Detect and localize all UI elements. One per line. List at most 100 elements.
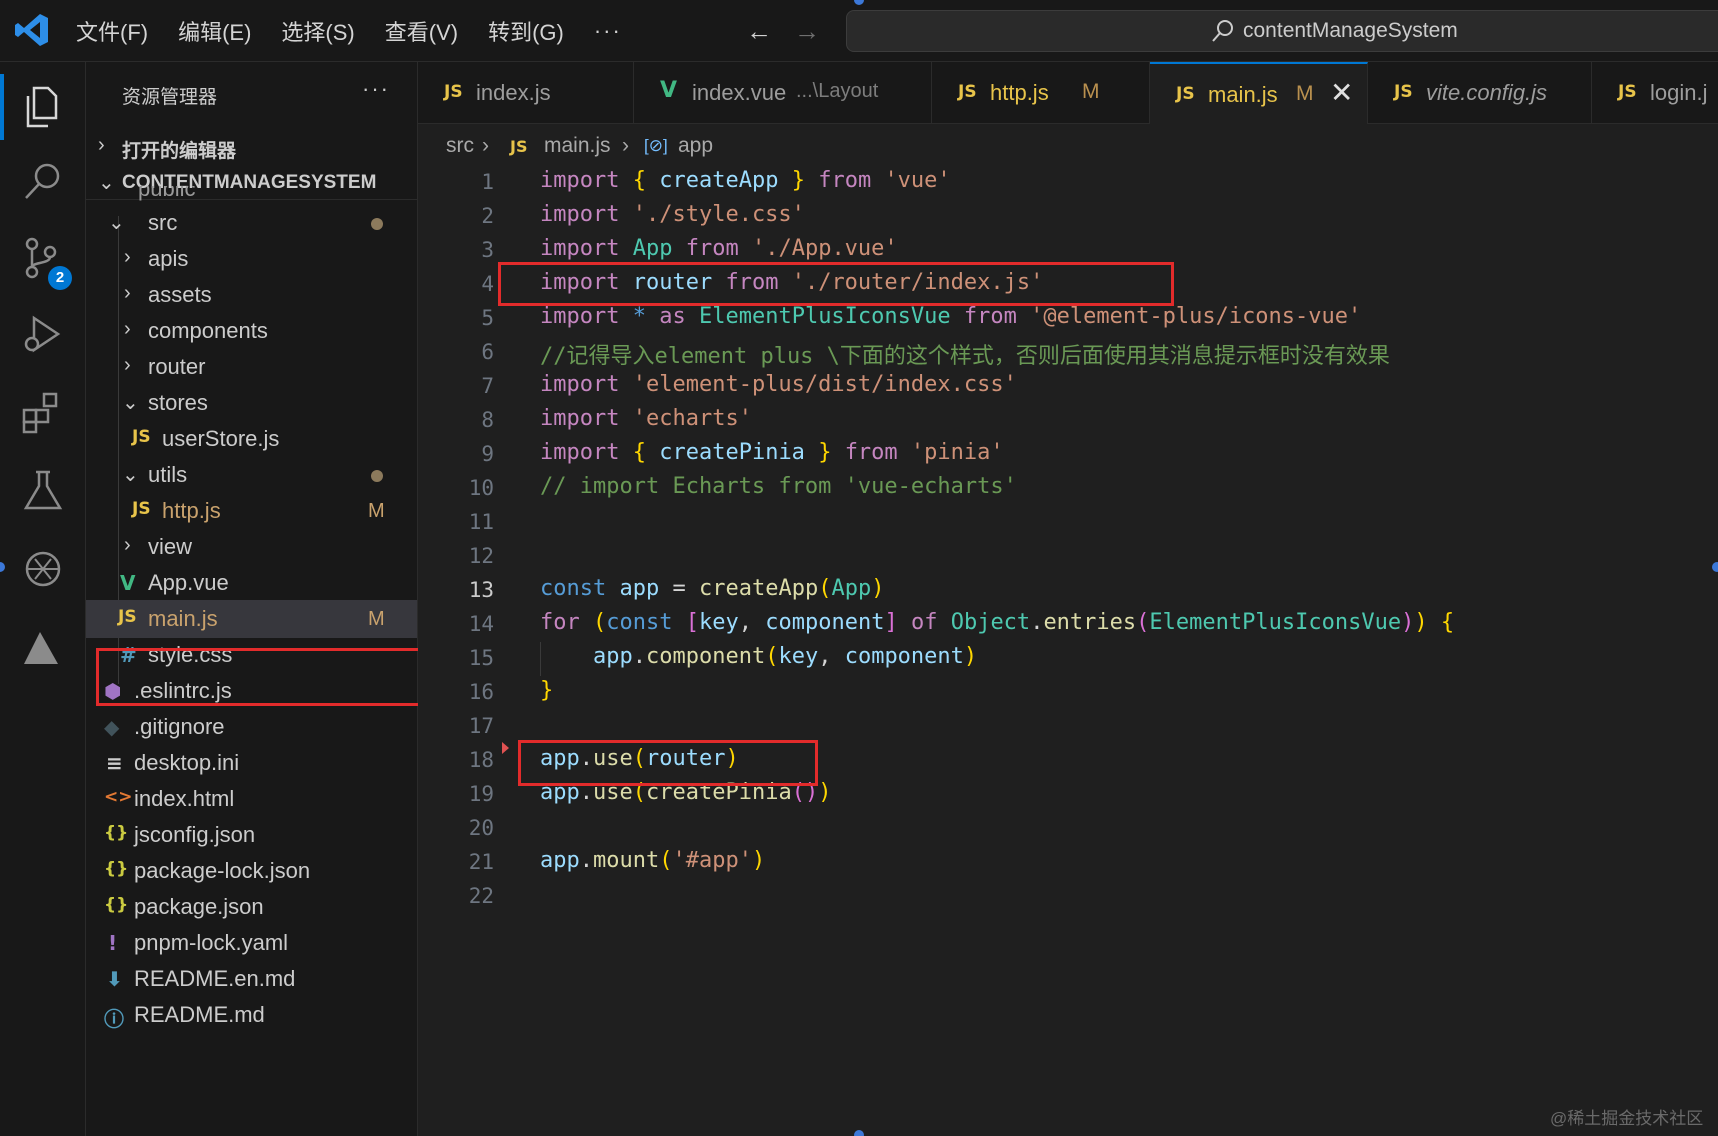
back-arrow-icon[interactable]: ← [746, 16, 772, 47]
chevron-right-icon: › [124, 534, 131, 556]
title-bar: 文件(F) 编辑(E) 选择(S) 查看(V) 转到(G) ··· ← → co… [0, 0, 1718, 62]
menu-file[interactable]: 文件(F) [76, 15, 148, 47]
js-file-icon: JS [958, 82, 977, 102]
menu-go[interactable]: 转到(G) [488, 15, 564, 47]
tree-item-label: jsconfig.json [134, 822, 256, 847]
js-file-icon: JS [1618, 82, 1637, 102]
tree-item-label: view [148, 534, 193, 559]
tab-main-js[interactable]: JS main.js M ✕ [1150, 62, 1368, 124]
breadcrumb-symbol[interactable]: app [678, 134, 713, 158]
tree-item-utils[interactable]: ⌄ utils [86, 456, 417, 494]
breadcrumb-file[interactable]: main.js [544, 134, 611, 158]
close-icon[interactable]: ✕ [1330, 76, 1353, 109]
code-line: import { createPinia } from 'pinia' [540, 440, 1004, 465]
code-line: import * as ElementPlusIconsVue from '@e… [540, 304, 1362, 329]
line-number: 15 [468, 646, 494, 670]
yaml-file-icon: ! [108, 931, 118, 955]
search-icon[interactable] [18, 158, 68, 208]
code-line: //记得导入element plus \下面的这个样式，否则后面使用其消息提示框… [540, 344, 1390, 369]
line-number: 8 [481, 408, 494, 432]
line-number: 20 [468, 816, 494, 840]
watermark: @稀土掘金技术社区 [1550, 1109, 1704, 1128]
testing-icon[interactable] [18, 466, 68, 516]
code-line: app.mount('#app') [540, 848, 766, 873]
tree-item-package-lock[interactable]: {} package-lock.json [86, 852, 417, 890]
tab-index-js[interactable]: JS index.js [418, 62, 634, 124]
open-editors-section[interactable]: › 打开的编辑器 [86, 130, 417, 164]
js-file-icon: JS [132, 427, 151, 447]
tab-index-vue[interactable]: V index.vue ...\Layout [634, 62, 932, 124]
tab-login-js[interactable]: JS login.j [1592, 62, 1718, 124]
line-number: 6 [481, 340, 494, 364]
explorer-icon[interactable] [0, 74, 68, 140]
command-center-search[interactable]: contentManageSystem [846, 10, 1718, 52]
line-number: 1 [481, 170, 494, 194]
chevron-right-icon: › [124, 282, 131, 304]
tab-vite-config[interactable]: JS vite.config.js [1368, 62, 1592, 124]
explorer-more-button[interactable]: ··· [362, 76, 390, 102]
tree-item-public[interactable]: public [86, 186, 417, 206]
extensions-icon[interactable] [18, 388, 68, 438]
tab-label: login.j [1650, 80, 1708, 105]
tree-item-src[interactable]: ⌄ src [86, 204, 417, 242]
line-number: 4 [481, 272, 494, 296]
tree-item-label: desktop.ini [134, 750, 240, 775]
code-line: import './style.css' [540, 202, 805, 227]
modified-dot-icon [371, 218, 383, 230]
remote-icon[interactable] [18, 622, 68, 672]
line-number: 7 [481, 374, 494, 398]
line-number: 17 [468, 714, 494, 738]
tree-item-http[interactable]: JS http.js M [86, 492, 417, 530]
modified-status: M [368, 608, 385, 630]
js-file-icon: JS [132, 499, 151, 519]
code-line: import 'echarts' [540, 406, 752, 431]
tree-item-router[interactable]: › router [86, 348, 417, 386]
tab-label: vite.config.js [1426, 80, 1548, 105]
tree-item-package-json[interactable]: {} package.json [86, 888, 417, 926]
tree-item-pnpm-lock[interactable]: ! pnpm-lock.yaml [86, 924, 417, 962]
menu-selection[interactable]: 选择(S) [281, 15, 354, 47]
tab-http-js[interactable]: JS http.js M [932, 62, 1150, 124]
tree-item-index-html[interactable]: <> index.html [86, 780, 417, 818]
tree-item-jsconfig[interactable]: {} jsconfig.json [86, 816, 417, 854]
scm-badge: 2 [48, 266, 72, 290]
tab-label: main.js [1208, 82, 1278, 107]
tree-item-app-vue[interactable]: V App.vue [86, 564, 417, 602]
tree-item-assets[interactable]: › assets [86, 276, 417, 314]
activity-bar: 2 [0, 62, 86, 1136]
variable-symbol-icon: [⊘] [644, 136, 668, 155]
chatgpt-icon[interactable] [18, 544, 68, 594]
menu-more-button[interactable]: ··· [594, 18, 622, 44]
tree-item-main-js[interactable]: JS main.js M [86, 600, 417, 638]
tree-item-label: public [138, 186, 196, 201]
tree-item-stores[interactable]: ⌄ stores [86, 384, 417, 422]
tree-item-label: README.en.md [134, 966, 296, 991]
selection-handle [854, 1130, 864, 1136]
modified-status: M [1296, 82, 1314, 105]
code-editor[interactable]: 1 2 3 4 5 6 7 8 9 10 11 12 13 14 15 16 1… [418, 168, 1718, 1136]
tree-item-apis[interactable]: › apis [86, 240, 417, 278]
menu-edit[interactable]: 编辑(E) [178, 15, 251, 47]
tree-item-components[interactable]: › components [86, 312, 417, 350]
search-icon [1212, 20, 1233, 42]
tree-item-readme[interactable]: ⓘ README.md [86, 996, 417, 1034]
tab-label: index.js [476, 80, 551, 105]
source-control-icon[interactable]: 2 [18, 234, 72, 290]
tree-item-readme-en[interactable]: ⬇ README.en.md [86, 960, 417, 998]
forward-arrow-icon[interactable]: → [794, 16, 820, 47]
tree-item-view[interactable]: › view [86, 528, 417, 566]
tab-label: index.vue [692, 80, 787, 105]
line-number: 22 [468, 884, 494, 908]
run-debug-icon[interactable] [18, 310, 68, 360]
menu-view[interactable]: 查看(V) [385, 15, 458, 47]
markdown-file-icon: ⬇ [106, 967, 123, 991]
tree-item-userstore[interactable]: JS userStore.js [86, 420, 417, 458]
explorer-title: 资源管理器 [122, 87, 218, 108]
tree-item-gitignore[interactable]: ◆ .gitignore [86, 708, 417, 746]
explorer-sidebar: 资源管理器 ··· › 打开的编辑器 ⌄ CONTENTMANAGESYSTEM… [86, 62, 418, 1136]
breadcrumb-folder[interactable]: src [446, 134, 474, 158]
tree-item-desktop-ini[interactable]: ≡ desktop.ini [86, 744, 417, 782]
breadcrumb: src › JS main.js › [⊘] app [418, 124, 1718, 168]
modified-dot-icon [371, 470, 383, 482]
vue-file-icon: V [120, 571, 136, 595]
